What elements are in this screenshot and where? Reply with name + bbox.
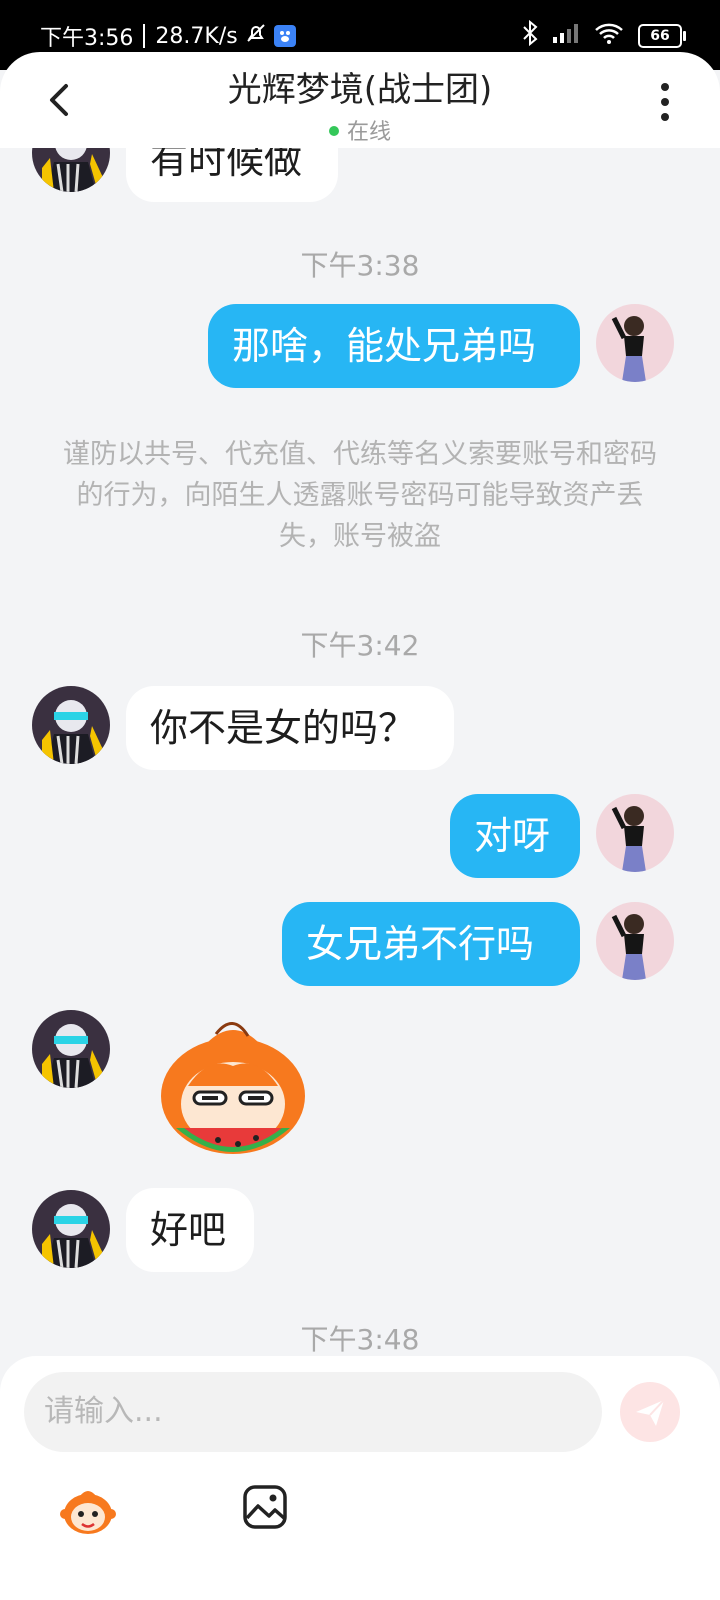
bluetooth-icon [522, 19, 538, 52]
incoming-message-bubble[interactable]: 好吧 [126, 1188, 254, 1272]
baidu-app-icon [273, 25, 296, 47]
contact-avatar[interactable] [32, 686, 110, 764]
message-text: 好吧 [150, 1208, 227, 1252]
incoming-message-bubble[interactable]: 有时候做 [126, 148, 338, 202]
message-text: 你不是女的吗？ [150, 706, 417, 750]
message-input[interactable]: 请输入... [24, 1372, 602, 1452]
user-avatar[interactable] [596, 794, 674, 872]
message-text: 对呀 [474, 814, 551, 858]
outgoing-message-bubble[interactable]: 那啥，能处兄弟吗 [208, 304, 580, 388]
message-text: 那啥，能处兄弟吗 [232, 324, 537, 368]
battery-level: 66 [650, 28, 670, 44]
status-separator [143, 24, 146, 48]
monkey-emoji-icon[interactable] [60, 1484, 116, 1540]
send-icon [636, 1399, 665, 1426]
chat-header: 光辉梦境(战士团) 在线 [0, 52, 720, 148]
security-notice: 谨防以共号、代充值、代练等名义索要账号和密码的行为，向陌生人透露账号密码可能导致… [63, 439, 657, 552]
battery-icon: 66 [638, 24, 686, 48]
signal-icon [552, 22, 580, 50]
chat-title: 光辉梦境(战士团) [227, 70, 493, 110]
image-icon[interactable] [242, 1484, 298, 1540]
timestamp: 下午3:38 [300, 249, 420, 282]
sticker-message[interactable] [148, 1016, 318, 1164]
online-dot [328, 126, 339, 136]
outgoing-message-bubble[interactable]: 女兄弟不行吗 [282, 902, 580, 986]
contact-avatar[interactable] [32, 148, 110, 192]
timestamp: 下午3:42 [300, 629, 420, 662]
status-right: 66 [522, 19, 686, 52]
message-text: 女兄弟不行吗 [306, 922, 535, 966]
online-status-label: 在线 [346, 120, 391, 145]
outgoing-message-bubble[interactable]: 对呀 [450, 794, 580, 878]
wifi-icon [594, 22, 624, 50]
incoming-message-bubble[interactable]: 你不是女的吗？ [126, 686, 454, 770]
user-avatar[interactable] [596, 902, 674, 980]
status-time: 下午3:56 [40, 26, 134, 51]
mute-alarm-icon [244, 21, 268, 51]
user-avatar[interactable] [596, 304, 674, 382]
timestamp: 下午3:48 [300, 1323, 420, 1356]
more-vertical-icon[interactable] [660, 82, 670, 122]
network-speed: 28.7K/s [155, 23, 238, 49]
send-button[interactable] [620, 1382, 680, 1442]
online-status: 在线 [0, 114, 720, 146]
contact-avatar[interactable] [32, 1190, 110, 1268]
contact-avatar[interactable] [32, 1010, 110, 1088]
status-left: 下午3:56 28.7K/s [40, 20, 296, 52]
message-list[interactable]: 有时候做 下午3:38 那啥，能处兄弟吗 谨防以共号、代充值、代练等名义索要账号… [0, 148, 720, 1368]
message-text: 有时候做 [150, 148, 303, 182]
input-bar: 请输入... [0, 1356, 720, 1600]
